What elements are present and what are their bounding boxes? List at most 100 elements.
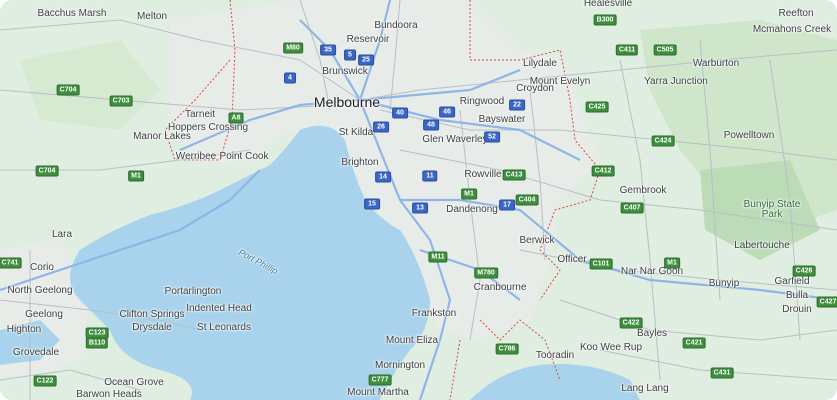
route-shield: C741 — [0, 257, 22, 269]
place-label: Officer — [557, 254, 587, 265]
place-label: Corio — [30, 262, 54, 273]
route-shield: M80 — [283, 42, 303, 54]
route-shield: C411 — [615, 44, 639, 56]
place-label: Bunyip — [708, 278, 740, 289]
place-label: Geelong — [25, 309, 63, 320]
place-label: Garfield — [774, 276, 810, 287]
place-label: Nar Nar Goon — [620, 266, 684, 277]
place-label: Glen Waverley — [422, 134, 488, 145]
route-shield: M1 — [664, 257, 680, 269]
route-shield: M11 — [428, 251, 448, 263]
freeway-shield: 15 — [364, 198, 380, 210]
place-label: Mcmahons Creek — [752, 24, 832, 35]
place-label: Koo Wee Rup — [579, 342, 643, 353]
place-label: Bayles — [636, 328, 668, 339]
place-label: Portarlington — [164, 286, 222, 297]
place-label: Lilydale — [523, 58, 557, 69]
freeway-shield: 11 — [422, 170, 438, 182]
place-label: Clifton Springs — [119, 309, 185, 320]
route-shield: M1 — [128, 170, 144, 182]
route-shield: C413 — [502, 169, 526, 181]
route-shield: M780 — [474, 267, 498, 279]
route-shield: C425 — [585, 101, 609, 113]
place-label: Bundoora — [374, 20, 418, 31]
route-shield: C704 — [56, 84, 80, 96]
place-label: Werribee — [175, 151, 217, 162]
western-port — [470, 364, 640, 400]
freeway-shield: 5 — [344, 49, 356, 61]
route-shield: C424 — [651, 135, 675, 147]
route-shield: B300 — [593, 14, 617, 26]
place-label: Mount Martha — [347, 387, 409, 398]
freeway-shield: 46 — [439, 106, 455, 118]
route-shield: C407 — [620, 202, 644, 214]
place-label: Reefton — [778, 8, 814, 19]
place-label: Mount Eliza — [385, 335, 439, 346]
place-label: Melton — [136, 11, 168, 22]
place-label: Tarneit — [184, 109, 216, 120]
place-label: Warburton — [692, 58, 740, 69]
city-label: Melbourne — [313, 94, 381, 110]
place-label: Tooradin — [535, 350, 575, 361]
place-label: Croydon — [516, 83, 554, 94]
boundary-peninsula — [449, 339, 461, 400]
freeway-shield: 17 — [499, 199, 515, 211]
route-shield: C704 — [35, 165, 59, 177]
place-label: Brunswick — [322, 66, 368, 77]
freeway-shield: 25 — [358, 54, 374, 66]
freeway-shield: 4 — [284, 72, 296, 84]
place-label: Lara — [51, 229, 73, 240]
place-label: Ringwood — [459, 96, 505, 107]
route-shield: C427 — [816, 296, 837, 308]
place-label: Manor Lakes — [133, 131, 191, 142]
freeway-shield: 35 — [320, 44, 336, 56]
freeway-shield: 52 — [484, 131, 500, 143]
freeway-shield: 48 — [423, 119, 439, 131]
route-shield: B110 — [85, 337, 109, 349]
route-shield: M1 — [461, 188, 477, 200]
place-label: Ocean Grove — [104, 377, 164, 388]
place-label: Brighton — [341, 157, 379, 168]
place-label: Yarra Junction — [644, 76, 708, 87]
freeway-shield: 14 — [375, 171, 391, 183]
place-label: Mornington — [374, 360, 426, 371]
place-label: Frankston — [411, 308, 457, 319]
place-label: Bacchus Marsh — [37, 8, 107, 19]
freeway-shield: 13 — [412, 202, 428, 214]
route-shield: C412 — [591, 165, 615, 177]
place-label: Grovedale — [12, 347, 60, 358]
place-label: Dandenong — [446, 204, 498, 215]
place-label: North Geelong — [7, 285, 73, 296]
route-shield: C422 — [619, 317, 643, 329]
place-label: Highton — [6, 324, 42, 335]
place-label: Indented Head — [186, 303, 252, 314]
route-shield: C431 — [710, 367, 734, 379]
place-label: Rowville — [464, 169, 502, 180]
place-label: Drouin — [782, 304, 812, 315]
route-shield: C505 — [653, 44, 677, 56]
route-shield: C421 — [682, 337, 706, 349]
place-label: Lang Lang — [621, 383, 669, 394]
place-label: St Leonards — [197, 322, 251, 333]
route-shield: C426 — [792, 265, 816, 277]
park-label: Bunyip State Park — [743, 199, 801, 220]
place-label: Drysdale — [132, 322, 172, 333]
place-label: Point Cook — [219, 151, 269, 162]
place-label: Berwick — [519, 235, 555, 246]
place-label: St Kilda — [338, 127, 374, 138]
route-shield: C101 — [589, 258, 613, 270]
freeway-shield: 22 — [509, 99, 525, 111]
freeway-shield: 40 — [392, 107, 408, 119]
place-label: Cranbourne — [473, 282, 527, 293]
route-shield: A8 — [228, 112, 244, 124]
rural-area-west — [20, 40, 160, 130]
freeway-shield: 26 — [373, 121, 389, 133]
route-shield: C404 — [515, 194, 539, 206]
route-shield: C703 — [109, 95, 133, 107]
place-label: Gembrook — [619, 185, 667, 196]
place-label: Barwon Heads — [76, 389, 142, 400]
place-label: Powelltown — [723, 130, 775, 141]
map-view[interactable]: Bacchus Marsh Melton Bundoora Reservoir … — [0, 0, 837, 400]
route-shield: C786 — [495, 343, 519, 355]
place-label: Healesville — [583, 0, 633, 9]
